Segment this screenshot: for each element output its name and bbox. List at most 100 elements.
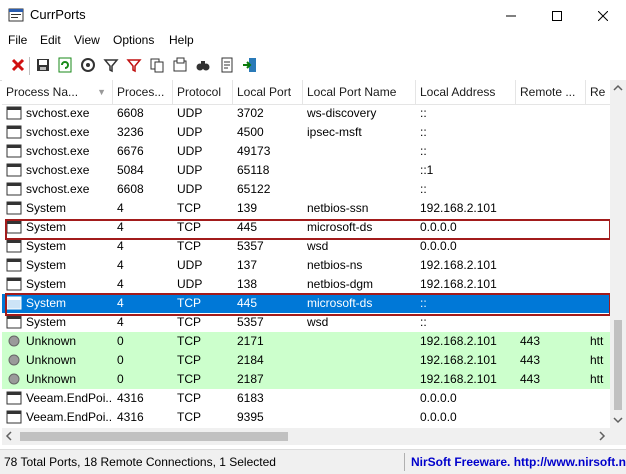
cell-local-port-name	[303, 142, 416, 161]
table-row[interactable]: System 4 TCP 445 microsoft-ds::	[2, 294, 610, 313]
table-row[interactable]: Veeam.EndPoi... 4316 TCP 6183 0.0.0.0	[2, 389, 610, 408]
table-row[interactable]: System 4 TCP 5357 wsd 0.0.0.0	[2, 237, 610, 256]
cell-remote	[586, 313, 610, 332]
cell-process-name: Unknown	[26, 334, 77, 348]
table-row[interactable]: Veeam.EndPoi... 4316 TCP 9395 0.0.0.0	[2, 408, 610, 427]
vendor-link[interactable]: NirSoft Freeware. http://www.nirsoft.net	[404, 453, 626, 471]
close-button[interactable]	[580, 0, 626, 31]
exit-button[interactable]	[241, 56, 259, 74]
cell-protocol: UDP	[177, 106, 203, 120]
cell-process-name: svchost.exe	[26, 106, 90, 120]
cell-remote	[586, 161, 610, 180]
table-row[interactable]: Unknown 0 TCP 2184 192.168.2.101 443 htt	[2, 351, 610, 370]
cell-process-name: svchost.exe	[26, 125, 90, 139]
cell-remote-port	[516, 313, 586, 332]
cell-remote-port: 443	[520, 334, 541, 348]
column-header-remote-port[interactable]: Remote ...	[516, 80, 586, 104]
cell-remote-port	[516, 294, 586, 313]
column-header-local-address[interactable]: Local Address	[416, 80, 516, 104]
minimize-button[interactable]	[488, 0, 534, 31]
cell-remote	[586, 389, 610, 408]
cell-local-address: ::	[420, 315, 427, 329]
table-row[interactable]: System 4 UDP 138 netbios-dgm 192.168.2.101	[2, 275, 610, 294]
close-connection-button[interactable]	[9, 56, 27, 74]
cell-process-name: Veeam.EndPoi...	[26, 410, 113, 424]
menu-options[interactable]: Options	[113, 33, 154, 47]
filter-icon	[103, 59, 119, 73]
cell-remote-port	[516, 389, 586, 408]
cell-process-name: Unknown	[26, 353, 77, 367]
cell-process-id: 4	[117, 220, 124, 234]
cell-local-port: 445	[237, 296, 258, 310]
horizontal-scrollbar[interactable]	[2, 428, 610, 445]
table-row[interactable]: System 4 TCP 139 netbios-ssn 192.168.2.101	[2, 199, 610, 218]
cell-remote-port	[516, 123, 586, 142]
column-header-local-port-name[interactable]: Local Port Name	[303, 80, 416, 104]
column-header-protocol[interactable]: Protocol	[173, 80, 233, 104]
cell-local-port: 65122	[237, 182, 271, 196]
save-button[interactable]	[34, 56, 52, 74]
menu-file[interactable]: File	[8, 33, 27, 47]
menu-edit[interactable]: Edit	[40, 33, 61, 47]
cell-process-id: 4	[117, 239, 124, 253]
cell-protocol: TCP	[177, 220, 201, 234]
table-row[interactable]: svchost.exe 3236 UDP 4500 ipsec-msft::	[2, 123, 610, 142]
html-report-button[interactable]	[171, 56, 189, 74]
table-row[interactable]: svchost.exe 6676 UDP 49173::	[2, 142, 610, 161]
report-button[interactable]	[218, 56, 236, 74]
cell-remote-port	[516, 142, 586, 161]
advanced-filter-button[interactable]	[125, 56, 143, 74]
cell-protocol: UDP	[177, 277, 203, 291]
table-row[interactable]: Unknown 0 TCP 2187 192.168.2.101 443 htt	[2, 370, 610, 389]
title-bar[interactable]: CurrPorts	[0, 0, 626, 32]
table-row[interactable]: svchost.exe 6608 UDP 65122::	[2, 180, 610, 199]
process-window-icon	[6, 410, 22, 424]
cell-protocol: TCP	[177, 239, 201, 253]
column-header-local-port[interactable]: Local Port	[233, 80, 303, 104]
cell-local-port: 49173	[237, 144, 271, 158]
copy-icon	[150, 58, 164, 73]
cell-remote-port: 443	[520, 372, 541, 386]
column-header-process-id[interactable]: Proces...	[113, 80, 173, 104]
table-row[interactable]: svchost.exe 6608 UDP 3702 ws-discovery::	[2, 104, 610, 123]
menu-help[interactable]: Help	[169, 33, 194, 47]
ports-table[interactable]: Process Na... ▼ Proces... Protocol Local…	[2, 80, 610, 428]
copy-button[interactable]	[148, 56, 166, 74]
properties-button[interactable]	[79, 56, 97, 74]
menu-view[interactable]: View	[74, 33, 100, 47]
maximize-button[interactable]	[534, 0, 580, 31]
process-window-icon	[6, 239, 22, 253]
table-row[interactable]: System 4 UDP 137 netbios-ns 192.168.2.101	[2, 256, 610, 275]
process-window-icon	[6, 144, 22, 158]
cell-process-id: 0	[117, 372, 124, 386]
cell-process-id: 4	[117, 296, 124, 310]
refresh-icon	[58, 57, 72, 73]
cell-remote	[586, 123, 610, 142]
cell-process-id: 5084	[117, 163, 144, 177]
cell-remote-port	[516, 180, 586, 199]
process-window-icon	[6, 277, 22, 291]
cell-local-address: ::	[420, 144, 427, 158]
column-header-process-name[interactable]: Process Na... ▼	[2, 80, 113, 104]
table-row[interactable]: Unknown 0 TCP 2171 192.168.2.101 443 htt	[2, 332, 610, 351]
cell-protocol: UDP	[177, 163, 203, 177]
table-row[interactable]: System 4 TCP 445 microsoft-ds 0.0.0.0	[2, 218, 610, 237]
table-row[interactable]: svchost.exe 5084 UDP 65118::1	[2, 161, 610, 180]
toolbar	[0, 51, 626, 81]
vertical-scrollbar[interactable]	[610, 80, 626, 428]
cell-local-address: 0.0.0.0	[420, 239, 457, 253]
cell-local-port-name	[303, 389, 416, 408]
cell-local-port: 2187	[237, 372, 264, 386]
cell-remote	[586, 104, 610, 123]
cell-local-port-name	[303, 332, 416, 351]
filter-button[interactable]	[102, 56, 120, 74]
table-row[interactable]: System 4 TCP 5357 wsd::	[2, 313, 610, 332]
column-header-remote[interactable]: Re	[586, 80, 610, 104]
process-window-icon	[6, 296, 22, 310]
find-button[interactable]	[194, 56, 212, 74]
cell-remote-port	[516, 218, 586, 237]
cell-local-port: 2171	[237, 334, 264, 348]
cell-remote	[586, 199, 610, 218]
cell-local-port: 4500	[237, 125, 264, 139]
refresh-button[interactable]	[56, 56, 74, 74]
